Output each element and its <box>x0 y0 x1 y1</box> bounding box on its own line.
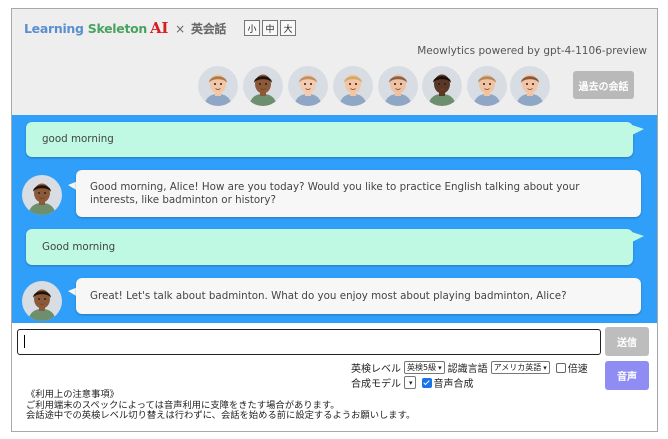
user-message: Good morning <box>26 229 633 265</box>
avatar-6[interactable] <box>422 66 462 106</box>
eiken-level-label: 英検レベル <box>351 364 401 375</box>
person-icon <box>243 66 283 106</box>
avatar-2[interactable] <box>243 66 283 106</box>
options-row-2: 合成モデル ▾ 音声合成 <box>351 375 474 390</box>
logo-ai: AI <box>150 19 169 37</box>
user-bubble-tail <box>632 125 644 135</box>
logo-word-learning: Learning <box>24 21 84 36</box>
avatar-5[interactable] <box>378 66 418 106</box>
logo-separator: × <box>175 22 185 36</box>
avatar-8[interactable] <box>510 66 550 106</box>
text-cursor <box>24 335 25 348</box>
usage-notes-title: 《利用上の注意事項》 <box>26 389 119 400</box>
recognition-language-label: 認識言語 <box>447 364 488 375</box>
message-input[interactable] <box>18 330 600 354</box>
person-icon <box>22 281 62 321</box>
person-icon <box>467 66 507 106</box>
send-button[interactable]: 送信 <box>605 327 649 356</box>
usage-notes: 《利用上の注意事項》 ご利用端末のスペックによっては音声利用に支障をきたす場合が… <box>26 389 416 422</box>
usage-notes-line: 会話途中での英検レベル切り替えは行わずに、会話を始める前に設定するようお願いしま… <box>26 410 416 421</box>
eiken-level-select[interactable]: 英検5級 ▾ <box>404 361 445 374</box>
logo-subtitle: 英会話 <box>191 22 227 36</box>
message-input-wrapper <box>17 329 601 355</box>
person-icon <box>378 66 418 106</box>
avatar-3[interactable] <box>288 66 328 106</box>
font-size-large-button[interactable]: 大 <box>280 20 296 36</box>
chevron-down-icon: ▾ <box>438 363 442 372</box>
app-frame: Learning Skeleton AI × 英会話 小 中 大 Meowlyti… <box>11 8 658 432</box>
person-icon <box>198 66 238 106</box>
powered-by-label: Meowlytics powered by gpt-4-1106-preview <box>417 45 647 57</box>
bot-message-text: Great! Let's talk about badminton. What … <box>76 278 641 314</box>
font-size-small-button[interactable]: 小 <box>244 20 260 36</box>
user-message: good morning <box>26 122 633 157</box>
speed-checkbox[interactable] <box>555 362 566 373</box>
user-message-text: Good morning <box>26 229 633 265</box>
chevron-down-icon: ▾ <box>543 363 547 372</box>
voice-synthesis-label: 音声合成 <box>433 379 474 390</box>
bot-message-text: Good morning, Alice! How are you today? … <box>76 170 641 217</box>
recognition-language-select[interactable]: アメリカ英語 ▾ <box>490 361 550 374</box>
bot-avatar <box>22 175 62 215</box>
user-message-text: good morning <box>26 122 633 157</box>
avatar-selector <box>198 66 550 108</box>
avatar-4[interactable] <box>333 66 373 106</box>
synthesis-model-label: 合成モデル <box>351 379 401 390</box>
person-icon <box>333 66 373 106</box>
bot-message: Good morning, Alice! How are you today? … <box>76 170 641 217</box>
speed-label: 倍速 <box>567 364 588 375</box>
avatar-7[interactable] <box>467 66 507 106</box>
person-icon <box>422 66 462 106</box>
voice-synthesis-checkbox[interactable] <box>421 377 432 388</box>
person-icon <box>22 175 62 215</box>
chat-area: good morning Good morning, Alice! How ar… <box>12 115 657 323</box>
options-row-1: 英検レベル 英検5級 ▾ 認識言語 アメリカ英語 ▾ 倍速 <box>351 360 588 375</box>
chevron-down-icon: ▾ <box>409 378 413 387</box>
logo-word-skeleton: Skeleton <box>87 21 148 36</box>
font-size-buttons: 小 中 大 <box>244 20 296 36</box>
bot-avatar <box>22 281 62 321</box>
avatar-1[interactable] <box>198 66 238 106</box>
synthesis-model-select[interactable]: ▾ <box>404 376 416 389</box>
recognition-language-value: アメリカ英語 <box>493 363 542 372</box>
voice-button[interactable]: 音声 <box>605 361 649 390</box>
header: Learning Skeleton AI × 英会話 小 中 大 Meowlyti… <box>12 9 657 115</box>
person-icon <box>510 66 550 106</box>
font-size-medium-button[interactable]: 中 <box>262 20 278 36</box>
logo: Learning Skeleton AI × 英会話 <box>24 19 226 37</box>
eiken-level-value: 英検5級 <box>407 363 437 372</box>
person-icon <box>288 66 328 106</box>
bot-message: Great! Let's talk about badminton. What … <box>76 278 641 314</box>
history-button[interactable]: 過去の会話 <box>573 71 634 99</box>
user-bubble-tail <box>632 232 644 242</box>
